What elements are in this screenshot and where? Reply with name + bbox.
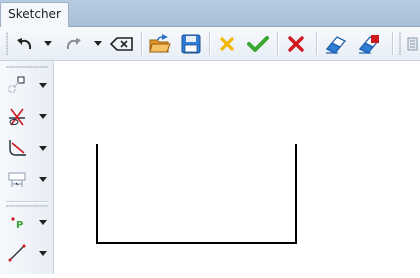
toolbar-separator <box>209 32 211 55</box>
red-x-icon <box>288 35 304 52</box>
sketch-polyline[interactable] <box>96 144 297 244</box>
green-check-icon <box>247 35 269 52</box>
toolbar-grip[interactable] <box>399 32 401 55</box>
sketch-drawing <box>96 144 297 244</box>
eraser-constraint-button[interactable] <box>355 30 383 57</box>
chevron-down-icon <box>39 145 47 151</box>
fillet-icon <box>9 140 26 156</box>
floppy-disk-icon <box>181 34 201 53</box>
undo-button[interactable] <box>12 30 38 57</box>
overflow-icon <box>407 37 418 50</box>
sidebar-grip[interactable] <box>6 66 48 68</box>
sidebar-separator <box>6 201 48 203</box>
chevron-down-icon <box>94 40 102 46</box>
toolbar-grip[interactable] <box>6 32 8 55</box>
open-button[interactable] <box>146 30 174 57</box>
chevron-down-icon <box>39 82 47 88</box>
redo-button[interactable] <box>60 30 86 57</box>
fillet-tool[interactable] <box>4 135 50 161</box>
sidebar-grip[interactable] <box>6 205 48 207</box>
accept-button[interactable] <box>244 30 272 57</box>
toolbar-separator <box>141 32 143 55</box>
point-tool[interactable]: P <box>4 209 50 235</box>
select-tool[interactable] <box>4 72 50 98</box>
delete-button[interactable] <box>283 30 309 57</box>
line-tool[interactable] <box>4 240 50 266</box>
overflow-button[interactable] <box>404 30 420 57</box>
tab-sketcher[interactable]: Sketcher <box>0 2 69 27</box>
chevron-down-icon <box>39 176 47 182</box>
sketch-canvas[interactable] <box>54 61 420 274</box>
chevron-down-icon <box>39 219 47 225</box>
line-icon <box>8 244 26 262</box>
point-icon: P <box>11 217 23 231</box>
eraser-button[interactable] <box>322 30 350 57</box>
save-button[interactable] <box>177 30 205 57</box>
chevron-down-icon <box>44 40 52 46</box>
svg-text:P: P <box>16 220 23 231</box>
eraser-icon <box>325 35 347 54</box>
cancel-button[interactable] <box>214 30 240 57</box>
redo-dropdown[interactable] <box>91 30 105 57</box>
toolbar-separator <box>277 32 279 55</box>
trim-tool[interactable] <box>4 103 50 129</box>
chevron-down-icon <box>39 113 47 119</box>
folder-open-icon <box>149 33 171 52</box>
backspace-icon <box>110 36 133 51</box>
redo-icon <box>66 37 81 49</box>
sketch-tools-sidebar: P <box>0 61 54 274</box>
select-icon <box>8 76 25 93</box>
toolbar-separator <box>316 32 318 55</box>
trim-icon <box>9 108 25 126</box>
tab-bar: Sketcher <box>0 0 420 27</box>
toolbar-separator <box>392 32 394 55</box>
clear-button[interactable] <box>108 30 136 57</box>
dimension-tool[interactable] <box>4 166 50 192</box>
main-toolbar <box>0 27 420 61</box>
dimension-icon <box>8 172 26 187</box>
eraser-constraint-icon <box>358 34 380 54</box>
undo-icon <box>17 37 32 49</box>
yellow-x-icon <box>220 36 234 51</box>
undo-dropdown[interactable] <box>41 30 55 57</box>
chevron-down-icon <box>39 250 47 256</box>
